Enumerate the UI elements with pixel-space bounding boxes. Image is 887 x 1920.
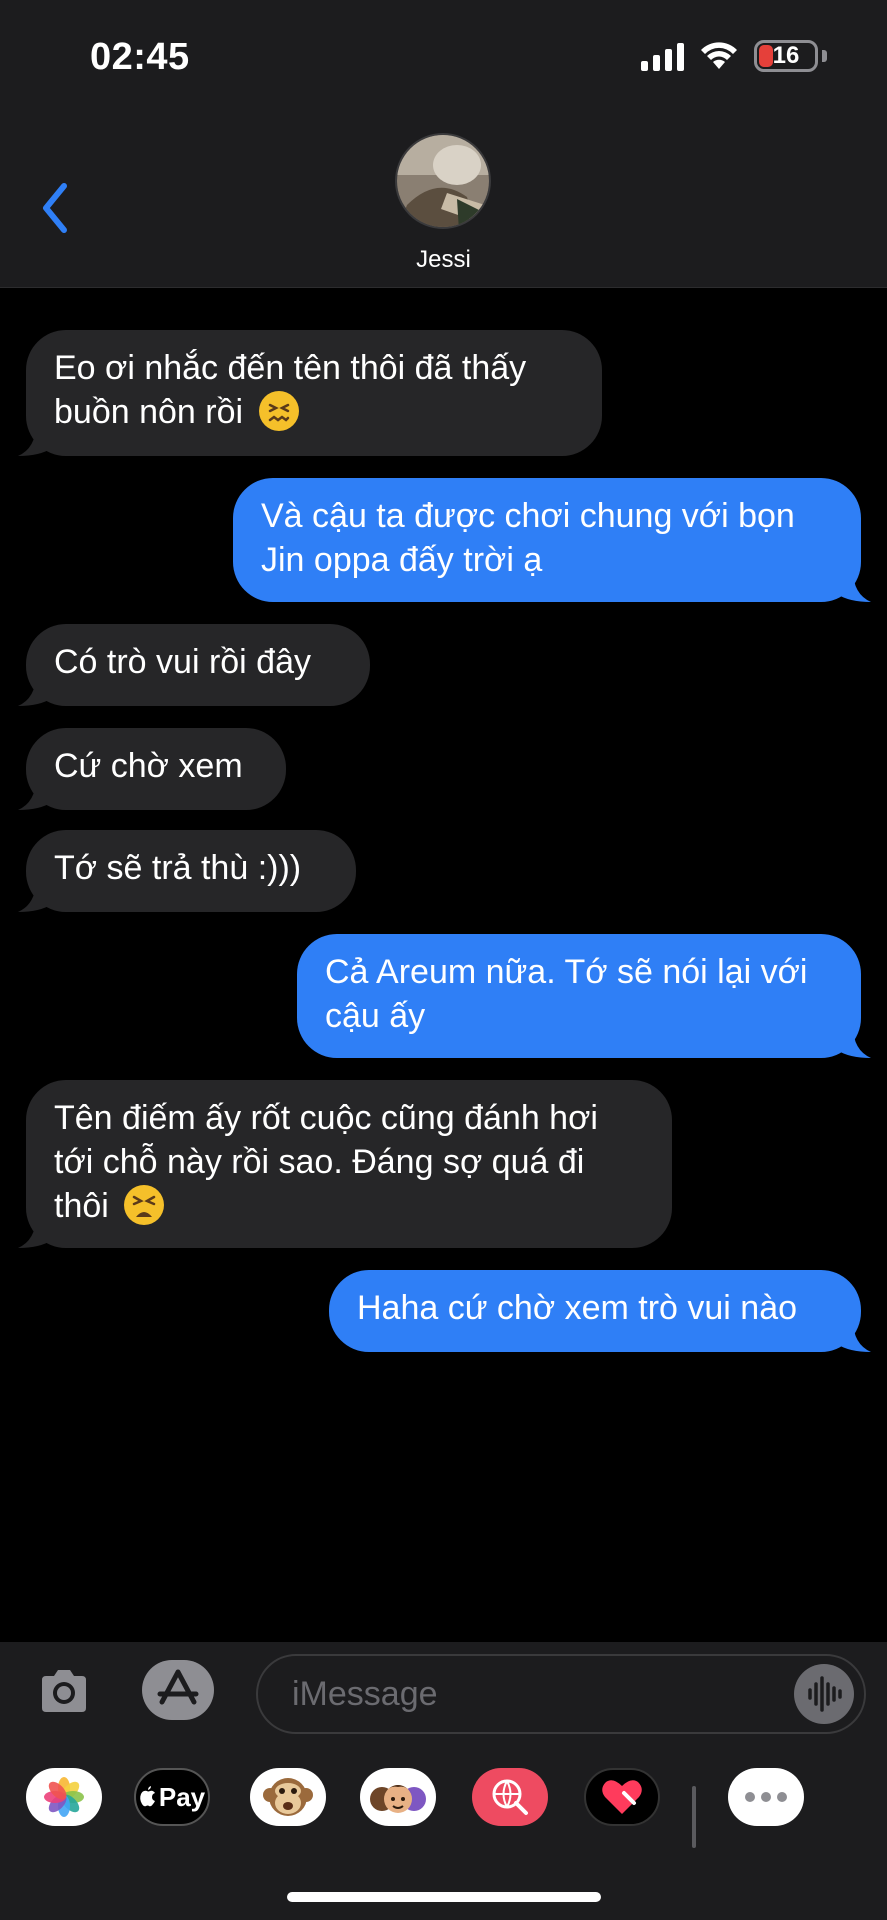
confounded-face-emoji-icon [258, 391, 299, 431]
message-text: Cả Areum nữa. Tớ sẽ nói lại với [325, 953, 808, 991]
apple-pay-app-button[interactable]: Pay [134, 1768, 210, 1826]
apple-pay-label: Pay [158, 1781, 206, 1812]
imessage-input[interactable] [292, 1674, 752, 1714]
message-bubble-incoming[interactable]: Tên điếm ấy rốt cuộc cũng đánh hơi tới c… [26, 1080, 672, 1248]
message-bubble-incoming[interactable]: Eo ơi nhắc đến tên thôi đã thấy buồn nôn… [26, 330, 602, 456]
message-text: Tên điếm ấy rốt cuộc cũng đánh hơi [54, 1099, 598, 1137]
image-search-app-button[interactable] [472, 1768, 548, 1826]
message-text: buồn nôn rồi [54, 393, 244, 431]
app-row: Pay [0, 1768, 887, 1848]
heart-icon [602, 1780, 642, 1814]
photos-icon [44, 1777, 84, 1817]
status-icons: 16 [641, 40, 827, 72]
globe-search-icon [492, 1779, 528, 1815]
bubble-tail-icon [837, 570, 871, 602]
apple-logo-icon [140, 1786, 155, 1807]
message-bubble-incoming[interactable]: Cứ chờ xem [26, 728, 286, 810]
conversation-header: 02:45 16 Jessi [0, 0, 887, 288]
app-store-button[interactable] [142, 1660, 214, 1720]
audio-message-button[interactable] [794, 1664, 854, 1724]
battery-icon: 16 [754, 40, 818, 72]
memoji-app-button[interactable] [360, 1768, 436, 1826]
message-text: Cứ chờ xem [54, 747, 243, 785]
monkey-icon [263, 1778, 313, 1816]
photos-app-button[interactable] [26, 1768, 102, 1826]
message-text: Có trò vui rồi đây [54, 643, 311, 681]
camera-icon[interactable] [36, 1664, 92, 1720]
message-text: tới chỗ này rồi sao. Đáng sợ quá đi [54, 1143, 585, 1181]
wifi-icon [701, 42, 737, 69]
animoji-app-button[interactable] [250, 1768, 326, 1826]
waveform-icon [808, 1676, 842, 1712]
bubble-tail-icon [18, 674, 52, 706]
message-bubble-incoming[interactable]: Tớ sẽ trả thù :))) [26, 830, 356, 912]
message-text: Haha cứ chờ xem trò vui nào [357, 1289, 798, 1327]
contact-avatar[interactable] [395, 133, 491, 229]
message-bubble-outgoing[interactable]: Và cậu ta được chơi chung với bọn Jin op… [233, 478, 861, 602]
message-text: Tớ sẽ trả thù :))) [54, 849, 302, 887]
message-input-bar [0, 1642, 887, 1744]
message-text: cậu ấy [325, 997, 426, 1035]
message-bubble-outgoing[interactable]: Cả Areum nữa. Tớ sẽ nói lại với cậu ấy [297, 934, 861, 1058]
more-dots-icon [745, 1792, 787, 1802]
tired-face-emoji-icon [124, 1185, 165, 1225]
bubble-tail-icon [18, 424, 52, 456]
message-text: Và cậu ta được chơi chung với bọn [261, 497, 795, 535]
cellular-signal-icon [641, 41, 684, 71]
app-store-icon [157, 1669, 199, 1705]
back-chevron-icon[interactable] [36, 180, 76, 236]
message-text-line: thôi [54, 1184, 644, 1228]
message-text: Eo ơi nhắc đến tên thôi đã thấy [54, 349, 527, 387]
contact-name: Jessi [416, 246, 471, 273]
digital-touch-app-button[interactable] [584, 1768, 660, 1826]
home-indicator[interactable] [287, 1892, 601, 1902]
app-divider [692, 1786, 696, 1848]
message-text: thôi [54, 1187, 109, 1225]
bubble-tail-icon [837, 1320, 871, 1352]
bubble-tail-icon [18, 1216, 52, 1248]
bubble-tail-icon [837, 1026, 871, 1058]
bubble-tail-icon [18, 880, 52, 912]
status-time: 02:45 [90, 36, 190, 78]
message-text: Jin oppa đấy trời ạ [261, 541, 543, 579]
message-bubble-incoming[interactable]: Có trò vui rồi đây [26, 624, 370, 706]
imessage-field[interactable] [256, 1654, 866, 1734]
battery-level: 16 [772, 42, 800, 69]
message-bubble-outgoing[interactable]: Haha cứ chờ xem trò vui nào [329, 1270, 861, 1352]
bubble-tail-icon [18, 778, 52, 810]
message-text-line: buồn nôn rồi [54, 390, 574, 434]
memoji-stickers-icon [370, 1785, 426, 1813]
more-apps-button[interactable] [728, 1768, 804, 1826]
